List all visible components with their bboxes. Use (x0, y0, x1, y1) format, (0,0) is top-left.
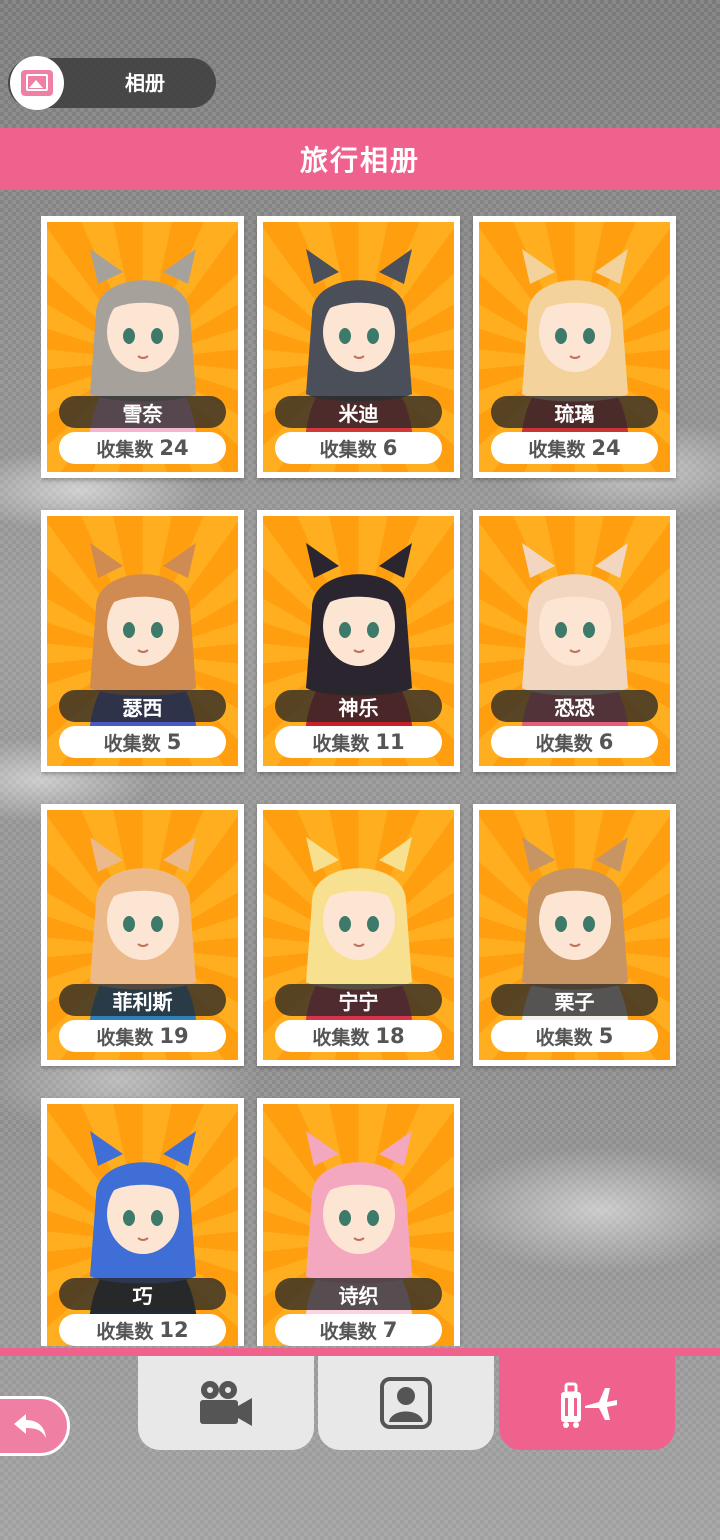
character-card[interactable]: 恐恐 收集数 6 (473, 510, 676, 772)
collection-count-value: 12 (159, 1318, 189, 1342)
character-portrait-frame: 诗织 收集数 7 (263, 1104, 454, 1346)
character-card[interactable]: 瑟西 收集数 5 (41, 510, 244, 772)
character-card[interactable]: 栗子 收集数 5 (473, 804, 676, 1066)
character-portrait-frame: 米迪 收集数 6 (263, 222, 454, 472)
collection-count: 收集数 24 (491, 432, 658, 464)
album-icon-badge (10, 56, 64, 110)
collection-count: 收集数 12 (59, 1314, 226, 1346)
header-bar: 旅行相册 (0, 128, 720, 190)
collection-count: 收集数 19 (59, 1020, 226, 1052)
tab-person[interactable] (318, 1356, 494, 1450)
character-name: 米迪 (275, 396, 442, 428)
character-portrait-frame: 巧 收集数 12 (47, 1104, 238, 1346)
collection-count-value: 5 (166, 730, 182, 754)
collection-count-value: 6 (598, 730, 614, 754)
collection-count-value: 19 (159, 1024, 189, 1048)
character-name: 巧 (59, 1278, 226, 1310)
character-name: 恐恐 (491, 690, 658, 722)
character-name: 菲利斯 (59, 984, 226, 1016)
character-portrait-frame: 菲利斯 收集数 19 (47, 810, 238, 1060)
collection-count-label: 收集数 (312, 1026, 370, 1049)
collection-count: 收集数 6 (275, 432, 442, 464)
collection-count-value: 5 (598, 1024, 614, 1048)
person-portrait-icon (380, 1377, 432, 1429)
album-pill[interactable]: 相册 (8, 56, 216, 110)
collection-count: 收集数 11 (275, 726, 442, 758)
collection-count-label: 收集数 (528, 438, 586, 461)
character-name: 栗子 (491, 984, 658, 1016)
character-name: 神乐 (275, 690, 442, 722)
collection-count-label: 收集数 (319, 438, 377, 461)
character-card-grid: 雪奈 收集数 24 米迪 收集数 6 琉璃 收集数 24 瑟西 收集数 5 神乐… (41, 216, 681, 1346)
character-card[interactable]: 菲利斯 收集数 19 (41, 804, 244, 1066)
character-name: 雪奈 (59, 396, 226, 428)
character-name: 诗织 (275, 1278, 442, 1310)
collection-count: 收集数 6 (491, 726, 658, 758)
back-button[interactable] (0, 1396, 70, 1456)
collection-count-label: 收集数 (96, 1320, 154, 1343)
collection-count: 收集数 5 (491, 1020, 658, 1052)
collection-count-value: 6 (382, 436, 398, 460)
character-portrait-frame: 宁宁 收集数 18 (263, 810, 454, 1060)
collection-count-value: 7 (382, 1318, 398, 1342)
character-card[interactable]: 琉璃 收集数 24 (473, 216, 676, 478)
collection-count-value: 24 (159, 436, 189, 460)
bottom-divider (0, 1348, 720, 1356)
character-name: 琉璃 (491, 396, 658, 428)
collection-count-value: 11 (375, 730, 405, 754)
collection-count-label: 收集数 (319, 1320, 377, 1343)
tab-travel[interactable] (499, 1356, 675, 1450)
collection-count-label: 收集数 (96, 1026, 154, 1049)
character-card[interactable]: 米迪 收集数 6 (257, 216, 460, 478)
character-name: 瑟西 (59, 690, 226, 722)
character-portrait-frame: 琉璃 收集数 24 (479, 222, 670, 472)
character-card[interactable]: 诗织 收集数 7 (257, 1098, 460, 1346)
collection-count: 收集数 24 (59, 432, 226, 464)
photo-album-icon (21, 70, 53, 96)
page-title: 旅行相册 (299, 144, 420, 177)
character-card[interactable]: 神乐 收集数 11 (257, 510, 460, 772)
character-portrait-frame: 栗子 收集数 5 (479, 810, 670, 1060)
character-card[interactable]: 宁宁 收集数 18 (257, 804, 460, 1066)
collection-count-label: 收集数 (535, 732, 593, 755)
collection-count: 收集数 18 (275, 1020, 442, 1052)
collection-count: 收集数 7 (275, 1314, 442, 1346)
video-camera-icon (200, 1381, 252, 1426)
character-portrait-frame: 瑟西 收集数 5 (47, 516, 238, 766)
album-label: 相册 (125, 71, 165, 95)
luggage-plane-icon (561, 1382, 617, 1428)
collection-count: 收集数 5 (59, 726, 226, 758)
character-card[interactable]: 巧 收集数 12 (41, 1098, 244, 1346)
character-card[interactable]: 雪奈 收集数 24 (41, 216, 244, 478)
collection-count-value: 18 (375, 1024, 405, 1048)
collection-count-label: 收集数 (103, 732, 161, 755)
character-portrait-frame: 雪奈 收集数 24 (47, 222, 238, 472)
tab-video[interactable] (138, 1356, 314, 1450)
character-portrait-frame: 恐恐 收集数 6 (479, 516, 670, 766)
collection-count-label: 收集数 (312, 732, 370, 755)
back-arrow-icon (14, 1414, 46, 1438)
character-name: 宁宁 (275, 984, 442, 1016)
collection-count-label: 收集数 (96, 438, 154, 461)
character-portrait-frame: 神乐 收集数 11 (263, 516, 454, 766)
collection-count-value: 24 (591, 436, 621, 460)
collection-count-label: 收集数 (535, 1026, 593, 1049)
